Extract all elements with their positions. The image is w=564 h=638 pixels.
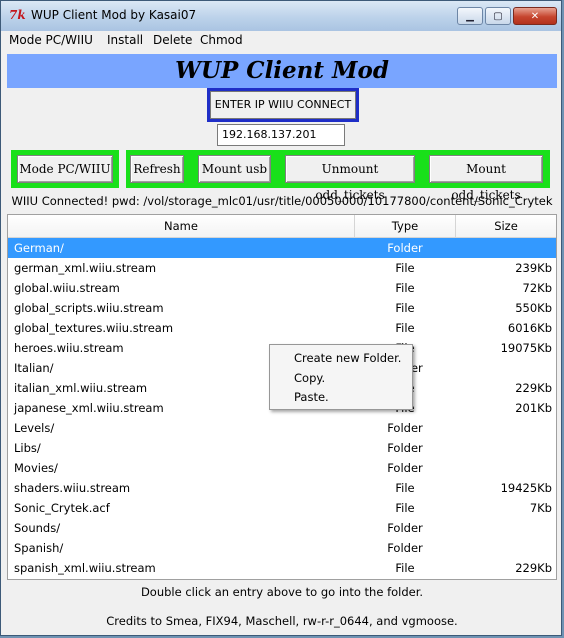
app-window: 7k WUP Client Mod by Kasai07 ▁ ▢ ✕ Mode … — [0, 0, 562, 636]
cell-size: 550Kb — [515, 301, 552, 315]
cell-name: spanish_xml.wiiu.stream — [14, 561, 156, 575]
cell-size: 229Kb — [515, 561, 552, 575]
create-folder-menu-item[interactable]: Create new Folder. — [294, 351, 401, 365]
cell-name: global_scripts.wiiu.stream — [14, 301, 164, 315]
table-row[interactable]: global_scripts.wiiu.stream File 550Kb — [8, 298, 556, 318]
unmount-odd-tickets-button[interactable]: Unmount odd_tickets — [285, 155, 415, 202]
menu-delete[interactable]: Delete — [153, 33, 192, 47]
menu-install[interactable]: Install — [107, 33, 143, 47]
header-type[interactable]: Type — [355, 215, 456, 237]
app-banner: WUP Client Mod — [7, 54, 557, 88]
cell-name: global.wiiu.stream — [14, 281, 120, 295]
paste-menu-item[interactable]: Paste. — [294, 390, 329, 404]
cell-type: Folder — [387, 241, 423, 255]
mount-odd-tickets-button[interactable]: Mount odd_tickets — [429, 155, 543, 202]
cell-type: Folder — [387, 421, 423, 435]
cell-name: Levels/ — [14, 421, 55, 435]
cell-name: Sonic_Crytek.acf — [14, 501, 110, 515]
table-row[interactable]: Sounds/Folder — [8, 518, 556, 538]
connection-status: WIIU Connected! pwd: /vol/storage_mlc01/… — [11, 194, 553, 208]
cell-name: heroes.wiiu.stream — [14, 341, 124, 355]
refresh-button[interactable]: Refresh — [130, 155, 184, 183]
table-row[interactable]: shaders.wiiu.stream File 19425Kb — [8, 478, 556, 498]
close-icon: ✕ — [530, 10, 540, 22]
cell-name: german_xml.wiiu.stream — [14, 261, 157, 275]
copy-menu-item[interactable]: Copy. — [294, 371, 325, 385]
header-name[interactable]: Name — [8, 215, 355, 237]
header-size[interactable]: Size — [456, 215, 556, 237]
file-list-header: Name Type Size — [8, 215, 556, 238]
cell-name: global_textures.wiiu.stream — [14, 321, 174, 335]
cell-size: 239Kb — [515, 261, 552, 275]
minimize-icon: ▁ — [466, 10, 474, 22]
cell-type: File — [395, 501, 415, 515]
cell-name: japanese_xml.wiiu.stream — [14, 401, 164, 415]
minimize-button[interactable]: ▁ — [457, 7, 483, 25]
cell-size: 229Kb — [515, 381, 552, 395]
cell-type: Folder — [387, 461, 423, 475]
table-row[interactable]: Libs/Folder — [8, 438, 556, 458]
mount-usb-button[interactable]: Mount usb — [198, 155, 271, 183]
cell-type: Folder — [387, 521, 423, 535]
credits-text: Credits to Smea, FIX94, Maschell, rw-r-r… — [106, 614, 458, 628]
table-row[interactable]: global_textures.wiiu.stream File 6016Kb — [8, 318, 556, 338]
cell-type: File — [395, 261, 415, 275]
menu-bar: Mode PC/WIIU Install Delete Chmod — [7, 31, 557, 51]
connect-button[interactable]: ENTER IP WIIU CONNECT — [210, 91, 356, 119]
context-menu: Create new Folder. Copy. Paste. — [269, 344, 413, 410]
cell-type: File — [395, 561, 415, 575]
cell-size: 19425Kb — [500, 481, 552, 495]
menu-chmod[interactable]: Chmod — [200, 33, 243, 47]
cell-type: Folder — [387, 541, 423, 555]
table-row[interactable]: german_xml.wiiu.stream File 239Kb — [8, 258, 556, 278]
tk-feather-icon: 7k — [9, 8, 26, 22]
maximize-button[interactable]: ▢ — [485, 7, 511, 25]
connect-button-frame: ENTER IP WIIU CONNECT — [207, 88, 359, 122]
cell-name: Sounds/ — [14, 521, 61, 535]
mode-pc-wiiu-button[interactable]: Mode PC/WIIU — [17, 155, 113, 183]
table-row[interactable]: Movies/Folder — [8, 458, 556, 478]
navigation-hint: Double click an entry above to go into t… — [140, 585, 424, 599]
cell-size: 7Kb — [529, 501, 552, 515]
cell-size: 201Kb — [515, 401, 552, 415]
cell-size: 6016Kb — [507, 321, 552, 335]
cell-size: 19075Kb — [500, 341, 552, 355]
table-row[interactable]: global.wiiu.stream File 72Kb — [8, 278, 556, 298]
cell-type: File — [395, 301, 415, 315]
menu-mode[interactable]: Mode PC/WIIU — [9, 33, 93, 47]
cell-name: italian_xml.wiiu.stream — [14, 381, 148, 395]
table-row[interactable]: Levels/Folder — [8, 418, 556, 438]
cell-name: Italian/ — [14, 361, 54, 375]
cell-type: File — [395, 281, 415, 295]
cell-name: shaders.wiiu.stream — [14, 481, 131, 495]
table-row[interactable]: Spanish/Folder — [8, 538, 556, 558]
table-row[interactable]: spanish_xml.wiiu.stream File 229Kb — [8, 558, 556, 578]
cell-name: Movies/ — [14, 461, 58, 475]
title-bar[interactable]: 7k WUP Client Mod by Kasai07 ▁ ▢ ✕ — [1, 1, 561, 31]
ip-address-input[interactable]: 192.168.137.201 — [217, 124, 345, 146]
main-frame: WUP Client Mod ENTER IP WIIU CONNECT 192… — [7, 51, 557, 631]
cell-name: Libs/ — [14, 441, 41, 455]
cell-type: File — [395, 321, 415, 335]
window-title: WUP Client Mod by Kasai07 — [31, 8, 197, 22]
maximize-icon: ▢ — [493, 10, 503, 22]
table-row[interactable]: German/Folder — [8, 238, 556, 258]
cell-name: Spanish/ — [14, 541, 64, 555]
cell-type: Folder — [387, 441, 423, 455]
cell-size: 72Kb — [522, 281, 552, 295]
close-button[interactable]: ✕ — [513, 7, 557, 25]
cell-name: German/ — [14, 241, 64, 255]
table-row[interactable]: Sonic_Crytek.acf File 7Kb — [8, 498, 556, 518]
cell-type: File — [395, 481, 415, 495]
